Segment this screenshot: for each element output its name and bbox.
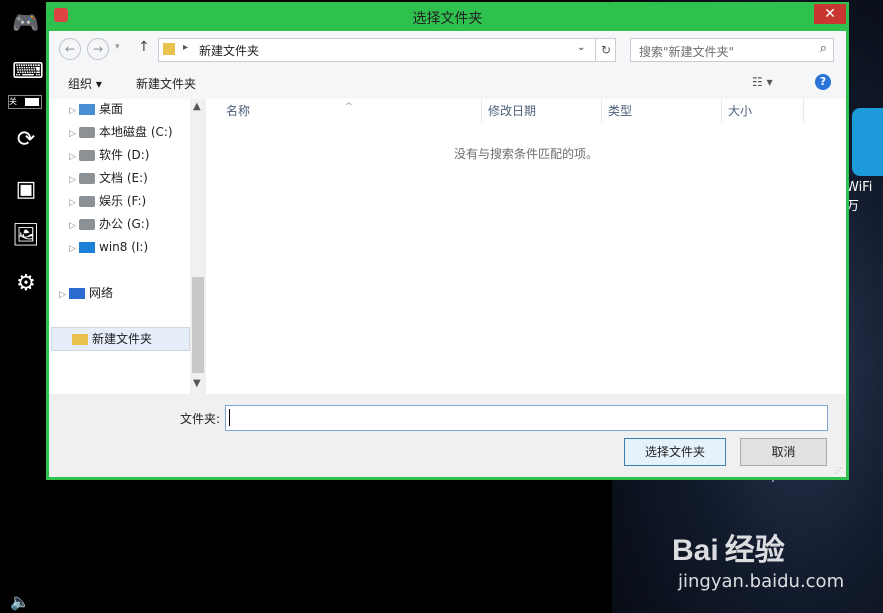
wifi-app-icon[interactable] [852, 108, 883, 176]
organize-button[interactable]: 组织 ▾ [68, 75, 102, 92]
search-placeholder: 搜索"新建文件夹" [639, 45, 735, 59]
search-icon[interactable]: ⌕ [820, 41, 827, 56]
breadcrumb-path[interactable]: 新建文件夹 [199, 42, 259, 59]
nav-item-drive-i[interactable]: ▷ win8 (I:) [69, 237, 148, 257]
nav-item-label: win8 (I:) [99, 240, 149, 254]
nav-item-label: 文档 (E:) [99, 171, 148, 185]
dialog-title: 选择文件夹 [412, 11, 483, 27]
select-folder-button[interactable]: 选择文件夹 [624, 438, 726, 466]
resize-grip-icon[interactable]: ⋰ [834, 466, 842, 475]
toolbar: 组织 ▾ 新建文件夹 ☷ ▾ ? [49, 67, 846, 100]
nav-item-label: 本地磁盘 (C:) [99, 125, 173, 139]
back-icon[interactable]: ← [59, 38, 81, 60]
column-header-name[interactable]: 名称 ^ [206, 99, 482, 123]
nav-item-label: 新建文件夹 [92, 332, 153, 346]
nav-item-label: 办公 (G:) [99, 217, 150, 231]
drive-icon [79, 150, 95, 161]
nav-item-drive-d[interactable]: ▷ 软件 (D:) [69, 145, 149, 165]
close-button[interactable]: ✕ [814, 4, 846, 24]
folder-icon [163, 43, 175, 55]
select-folder-dialog: 选择文件夹 ✕ ← → ▾ ↑ ▸ 新建文件夹 ⌄ ↻ 搜索"新建文件夹" ⌕ … [46, 2, 849, 480]
watermark-brand: Bai 经验 [672, 534, 785, 567]
gallery-icon[interactable]: 🖼 [12, 222, 40, 250]
expand-arrow-icon[interactable]: ▷ [59, 285, 69, 305]
bottom-panel: 文件夹: 选择文件夹 取消 ⋰ [49, 394, 846, 477]
nav-item-label: 网络 [89, 286, 114, 300]
drive-icon [79, 219, 95, 230]
drive-icon [79, 173, 95, 184]
rotate-icon[interactable]: ⟳ [12, 126, 40, 154]
toggle-label: 关 [9, 97, 17, 106]
address-bar[interactable]: ▸ 新建文件夹 ⌄ ↻ [158, 38, 616, 62]
desktop-icon [79, 104, 95, 115]
baidu-watermark: Bai 经验 jingyan.baidu.com [672, 525, 844, 592]
column-label: 修改日期 [488, 104, 537, 118]
nav-item-label: 娱乐 (F:) [99, 194, 147, 208]
network-icon [69, 288, 85, 299]
screenshot-icon[interactable]: ▣ [12, 176, 40, 204]
nav-item-drive-f[interactable]: ▷ 娱乐 (F:) [69, 191, 146, 211]
file-list: 名称 ^ 修改日期 类型 大小 没有与搜索条件匹配的项。 [206, 99, 846, 394]
dialog-body: ← → ▾ ↑ ▸ 新建文件夹 ⌄ ↻ 搜索"新建文件夹" ⌕ 组织 ▾ 新建文… [49, 31, 846, 477]
column-label: 类型 [608, 104, 633, 118]
gamepad-icon[interactable]: 🎮 [12, 10, 40, 38]
search-input[interactable]: 搜索"新建文件夹" ⌕ [630, 38, 834, 62]
folder-field[interactable] [225, 405, 828, 431]
drive-icon [79, 127, 95, 138]
refresh-icon[interactable]: ↻ [595, 39, 616, 61]
breadcrumb-separator[interactable]: ▸ [183, 42, 188, 53]
nav-item-selected-folder[interactable]: 新建文件夹 [51, 327, 190, 351]
scroll-down-icon[interactable]: ▼ [193, 378, 201, 389]
expand-arrow-icon[interactable]: ▷ [69, 101, 79, 121]
column-header-modified[interactable]: 修改日期 [482, 99, 602, 123]
column-label: 名称 [226, 104, 251, 118]
windows-icon [79, 242, 95, 253]
cancel-button[interactable]: 取消 [740, 438, 827, 466]
address-row: ← → ▾ ↑ ▸ 新建文件夹 ⌄ ↻ 搜索"新建文件夹" ⌕ [49, 31, 846, 67]
expand-arrow-icon[interactable]: ▷ [69, 124, 79, 144]
address-dropdown-icon[interactable]: ⌄ [577, 42, 585, 53]
expand-arrow-icon[interactable]: ▷ [69, 170, 79, 190]
nav-item-label: 软件 (D:) [99, 148, 150, 162]
column-header-type[interactable]: 类型 [602, 99, 722, 123]
nav-item-desktop[interactable]: ▷ 桌面 [69, 99, 123, 119]
wifi-app-label[interactable]: WiFi万 [846, 180, 883, 214]
text-caret [229, 409, 230, 426]
nav-item-drive-g[interactable]: ▷ 办公 (G:) [69, 214, 150, 234]
nav-item-network[interactable]: ▷ 网络 [59, 283, 113, 303]
folder-field-label: 文件夹: [180, 412, 221, 426]
drive-icon [79, 196, 95, 207]
view-options-icon[interactable]: ☷ ▾ [752, 75, 773, 89]
nav-item-drive-c[interactable]: ▷ 本地磁盘 (C:) [69, 122, 173, 142]
help-icon[interactable]: ? [815, 74, 831, 90]
new-folder-button[interactable]: 新建文件夹 [136, 75, 196, 92]
keyboard-icon[interactable]: ⌨ [12, 58, 44, 86]
empty-message: 没有与搜索条件匹配的项。 [453, 147, 598, 161]
sort-indicator-icon: ^ [345, 102, 353, 112]
expand-arrow-icon[interactable]: ▷ [69, 239, 79, 259]
volume-icon[interactable]: 🔈 [10, 592, 30, 611]
folder-icon [72, 334, 88, 345]
toggle-switch[interactable]: 关 [8, 95, 42, 109]
nav-scrollbar[interactable]: ▲ ▼ [190, 99, 206, 394]
forward-icon[interactable]: → [87, 38, 109, 60]
settings-icon[interactable]: ⚙ [12, 270, 40, 298]
watermark-url: jingyan.baidu.com [678, 571, 845, 592]
column-header-size[interactable]: 大小 [722, 99, 804, 123]
up-icon[interactable]: ↑ [138, 39, 150, 55]
scroll-thumb[interactable] [192, 277, 204, 373]
nav-item-new-folder[interactable]: 新建文件夹 [72, 329, 152, 349]
expand-arrow-icon[interactable]: ▷ [69, 216, 79, 236]
left-toolbar: 🎮 ⌨ 关 ⟳ ▣ 🖼 ⚙ 🔈 [0, 0, 48, 613]
title-bar[interactable]: 选择文件夹 ✕ [46, 2, 849, 30]
nav-item-drive-e[interactable]: ▷ 文档 (E:) [69, 168, 148, 188]
column-label: 大小 [728, 104, 753, 118]
nav-item-label: 桌面 [99, 102, 124, 116]
scroll-up-icon[interactable]: ▲ [193, 101, 201, 112]
expand-arrow-icon[interactable]: ▷ [69, 193, 79, 213]
recent-dropdown-icon[interactable]: ▾ [115, 42, 120, 52]
navigation-pane: ▷ 桌面 ▷ 本地磁盘 (C:) ▷ 软件 (D:) ▷ 文档 (E:) ▷ 娱乐 (F:… [49, 99, 206, 394]
expand-arrow-icon[interactable]: ▷ [69, 147, 79, 167]
